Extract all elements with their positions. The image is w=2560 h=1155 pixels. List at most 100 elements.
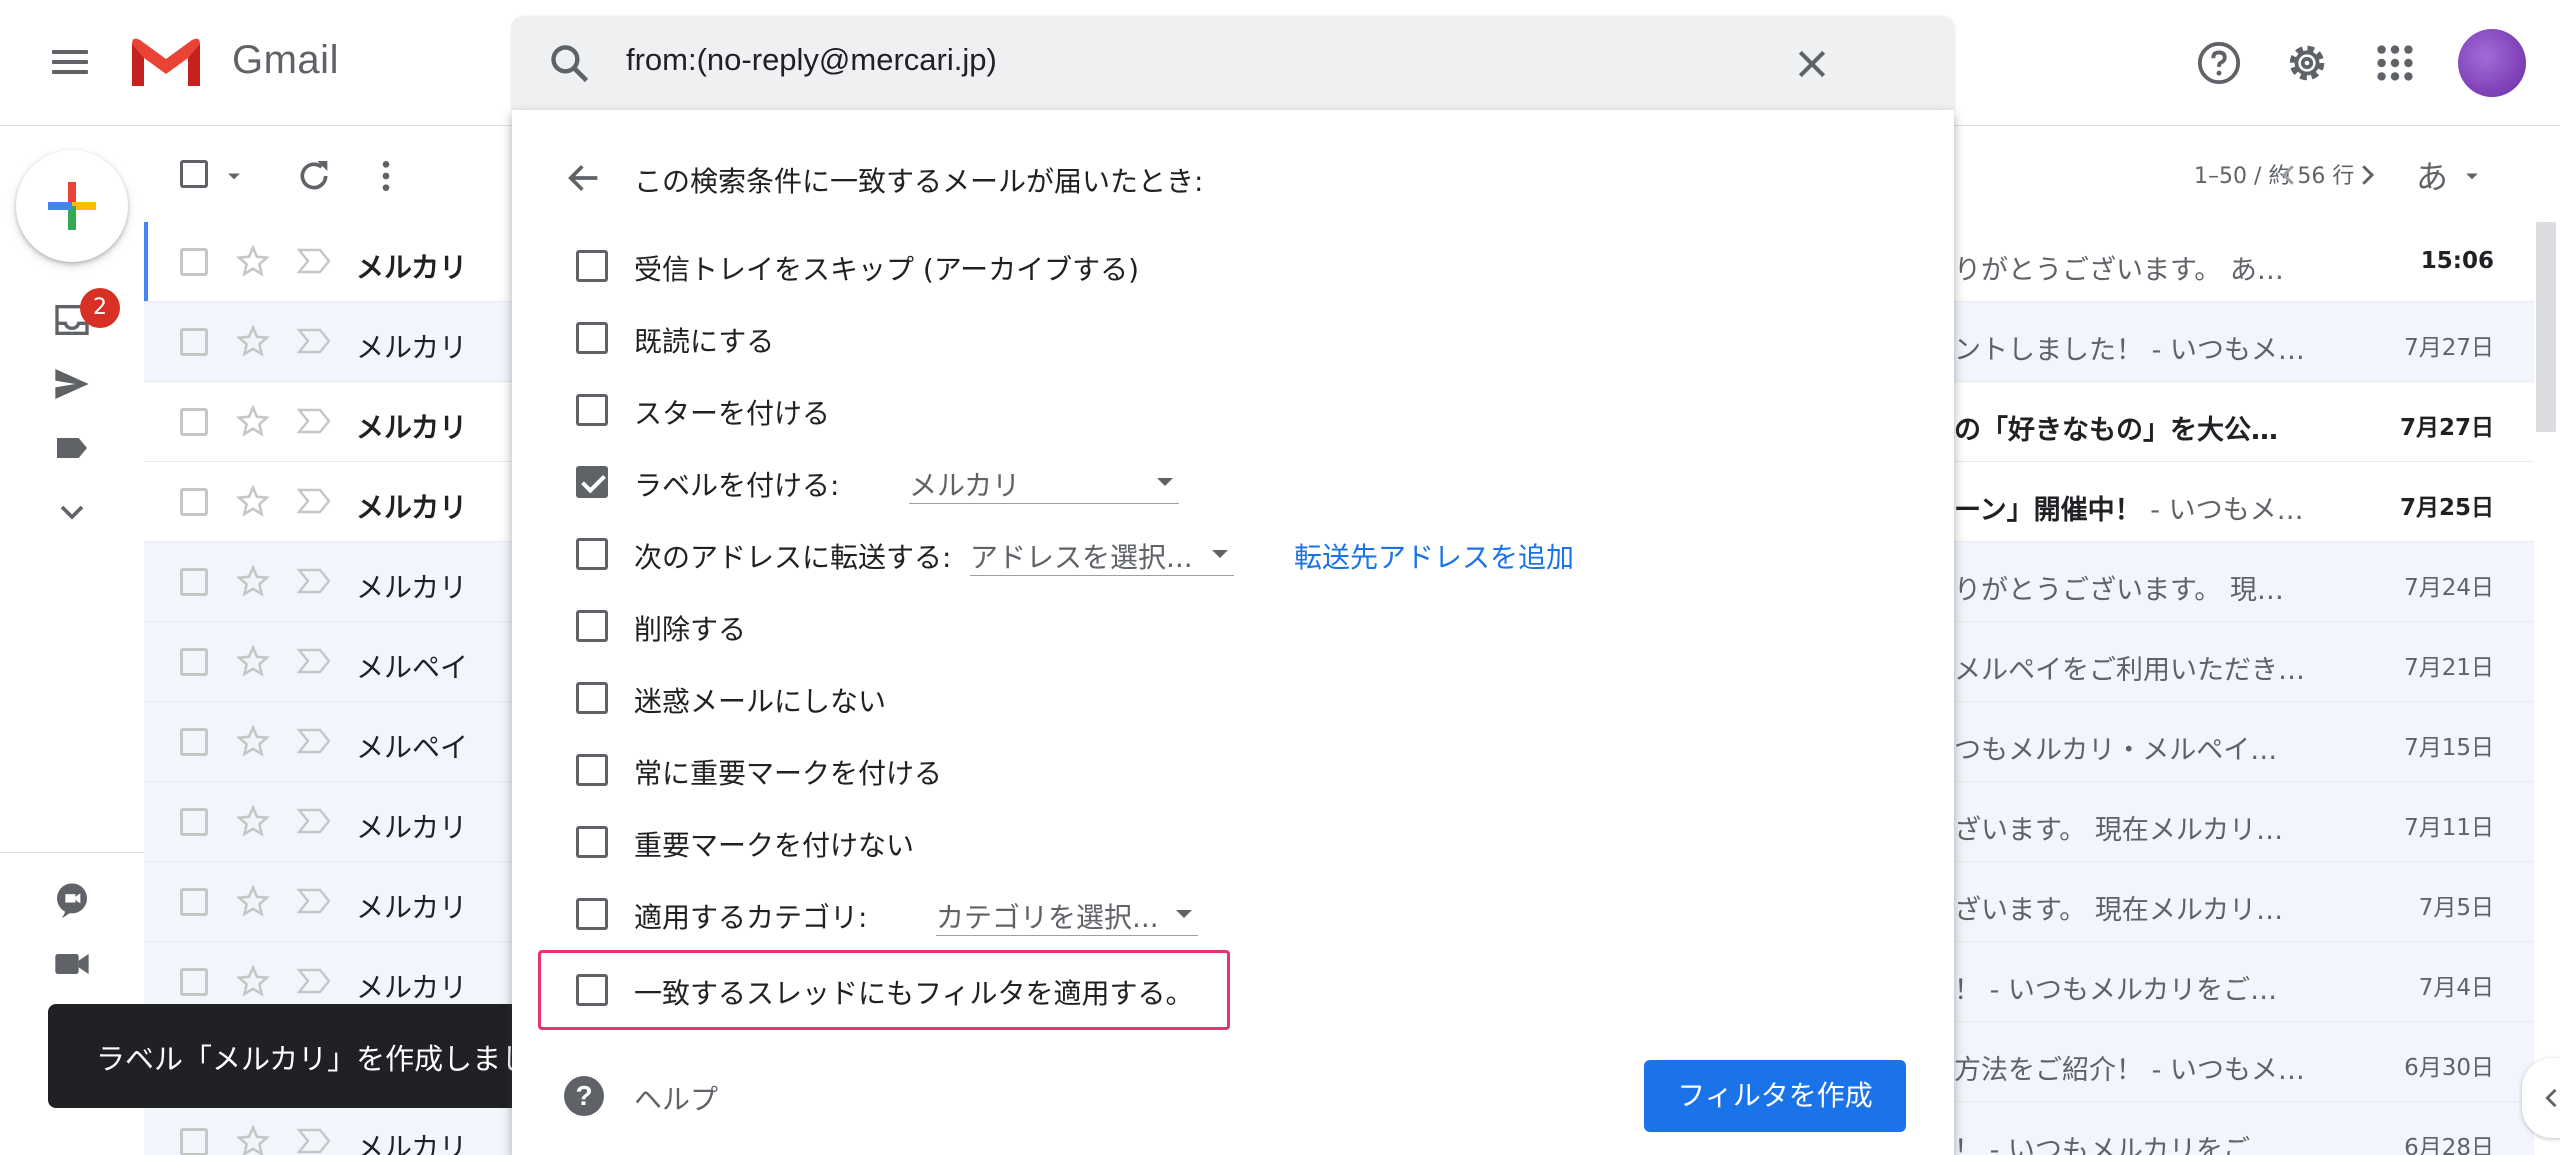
main-menu-icon[interactable] (50, 44, 90, 84)
email-date: 7月5日 (2418, 895, 2494, 921)
scrollbar[interactable] (2536, 222, 2556, 432)
star-icon[interactable] (236, 964, 270, 1007)
email-row-checkbox[interactable] (180, 408, 208, 436)
chat-icon[interactable] (52, 880, 92, 920)
label-icon[interactable] (52, 428, 92, 468)
search-input[interactable]: from:(no-reply@mercari.jp) (626, 42, 997, 78)
email-row-checkbox[interactable] (180, 1128, 208, 1155)
importance-marker-icon[interactable] (296, 806, 332, 836)
star-icon[interactable] (236, 724, 270, 767)
email-row-checkbox[interactable] (180, 728, 208, 756)
help-link[interactable]: ヘルプ (634, 1078, 718, 1118)
star-icon[interactable] (236, 404, 270, 447)
next-page-icon[interactable] (2352, 160, 2382, 190)
refresh-icon[interactable] (294, 156, 334, 196)
importance-marker-icon[interactable] (296, 646, 332, 676)
skip-inbox-checkbox[interactable] (576, 250, 608, 282)
mark-read-checkbox[interactable] (576, 322, 608, 354)
star-icon[interactable] (236, 804, 270, 847)
star-checkbox[interactable] (576, 394, 608, 426)
email-row-checkbox[interactable] (180, 328, 208, 356)
delete-checkbox[interactable] (576, 610, 608, 642)
forward-address-select[interactable]: アドレスを選択... (970, 532, 1234, 576)
settings-gear-icon[interactable] (2284, 40, 2330, 86)
input-tool-button[interactable]: あ (2416, 152, 2448, 198)
category-checkbox[interactable] (576, 898, 608, 930)
never-spam-checkbox[interactable] (576, 682, 608, 714)
importance-marker-icon[interactable] (296, 486, 332, 516)
email-row-checkbox[interactable] (180, 888, 208, 916)
email-date: 7月27日 (2399, 415, 2494, 441)
email-snippet: の「好きなもの」を大公… (1954, 408, 2454, 447)
importance-marker-icon[interactable] (296, 886, 332, 916)
importance-marker-icon[interactable] (296, 246, 332, 276)
star-icon[interactable] (236, 1124, 270, 1155)
importance-marker-icon[interactable] (296, 326, 332, 356)
importance-marker-icon[interactable] (296, 566, 332, 596)
option-also-apply[interactable]: 一致するスレッドにもフィルタを適用する。 (564, 968, 1864, 1012)
help-icon[interactable]: ? (564, 1076, 604, 1116)
email-row-checkbox[interactable] (180, 488, 208, 516)
option-category[interactable]: 適用するカテゴリ: カテゴリを選択... (564, 892, 1864, 936)
forward-checkbox[interactable] (576, 538, 608, 570)
clear-search-icon[interactable] (1792, 44, 1832, 84)
option-skip-inbox[interactable]: 受信トレイをスキップ (アーカイブする) (564, 244, 1864, 288)
option-forward[interactable]: 次のアドレスに転送する: アドレスを選択... 転送先アドレスを追加 (564, 532, 1864, 576)
apps-grid-icon[interactable] (2372, 40, 2418, 86)
email-snippet: ざいます。 現在メルカリ… (1954, 888, 2454, 927)
label-select[interactable]: メルカリ (909, 460, 1179, 504)
email-snippet: ざいます。 現在メルカリ… (1954, 808, 2454, 847)
never-important-checkbox[interactable] (576, 826, 608, 858)
select-dropdown-caret-icon[interactable] (224, 166, 244, 186)
category-select[interactable]: カテゴリを選択... (936, 892, 1198, 936)
search-icon[interactable] (548, 42, 592, 86)
star-icon[interactable] (236, 564, 270, 607)
star-icon[interactable] (236, 244, 270, 287)
star-icon[interactable] (236, 484, 270, 527)
option-apply-label[interactable]: ラベルを付ける: メルカリ (564, 460, 1864, 504)
importance-marker-icon[interactable] (296, 726, 332, 756)
star-icon[interactable] (236, 884, 270, 927)
email-row-checkbox[interactable] (180, 648, 208, 676)
add-forward-address-link[interactable]: 転送先アドレスを追加 (1294, 536, 1574, 576)
email-row-checkbox[interactable] (180, 248, 208, 276)
always-important-checkbox[interactable] (576, 754, 608, 786)
email-date: 15:06 (2420, 248, 2494, 274)
search-bar[interactable]: from:(no-reply@mercari.jp) (512, 16, 1954, 110)
email-row-checkbox[interactable] (180, 968, 208, 996)
importance-marker-icon[interactable] (296, 966, 332, 996)
rail-divider (0, 852, 144, 853)
apply-label-checkbox[interactable] (576, 466, 608, 498)
meet-video-icon[interactable] (52, 944, 92, 984)
email-date: 7月27日 (2404, 335, 2494, 361)
option-always-important[interactable]: 常に重要マークを付ける (564, 748, 1864, 792)
side-panel-toggle[interactable] (2522, 1058, 2560, 1138)
option-never-spam[interactable]: 迷惑メールにしない (564, 676, 1864, 720)
chevron-down-icon[interactable] (52, 492, 92, 532)
email-row-checkbox[interactable] (180, 568, 208, 596)
previous-page-icon[interactable] (2274, 160, 2304, 190)
gmail-logo-icon[interactable] (128, 34, 204, 90)
more-options-icon[interactable] (366, 156, 406, 196)
back-arrow-icon[interactable] (564, 158, 604, 198)
option-mark-read[interactable]: 既読にする (564, 316, 1864, 360)
app-name: Gmail (232, 38, 339, 82)
star-icon[interactable] (236, 324, 270, 367)
also-apply-checkbox[interactable] (576, 974, 608, 1006)
select-all-checkbox[interactable] (180, 160, 208, 188)
option-never-important[interactable]: 重要マークを付けない (564, 820, 1864, 864)
star-icon[interactable] (236, 644, 270, 687)
importance-marker-icon[interactable] (296, 1126, 332, 1155)
option-star[interactable]: スターを付ける (564, 388, 1864, 432)
email-sender: メルカリ (356, 1131, 468, 1155)
email-snippet-text: ！ - いつもメルカリをご… (1954, 975, 2278, 1006)
input-tool-caret-icon[interactable] (2462, 166, 2482, 186)
importance-marker-icon[interactable] (296, 406, 332, 436)
create-filter-button[interactable]: フィルタを作成 (1644, 1060, 1906, 1132)
option-delete[interactable]: 削除する (564, 604, 1864, 648)
email-row-checkbox[interactable] (180, 808, 208, 836)
help-circle-icon[interactable] (2196, 40, 2242, 86)
account-avatar[interactable] (2458, 29, 2526, 97)
compose-button[interactable] (16, 150, 128, 262)
sent-icon[interactable] (52, 364, 92, 404)
